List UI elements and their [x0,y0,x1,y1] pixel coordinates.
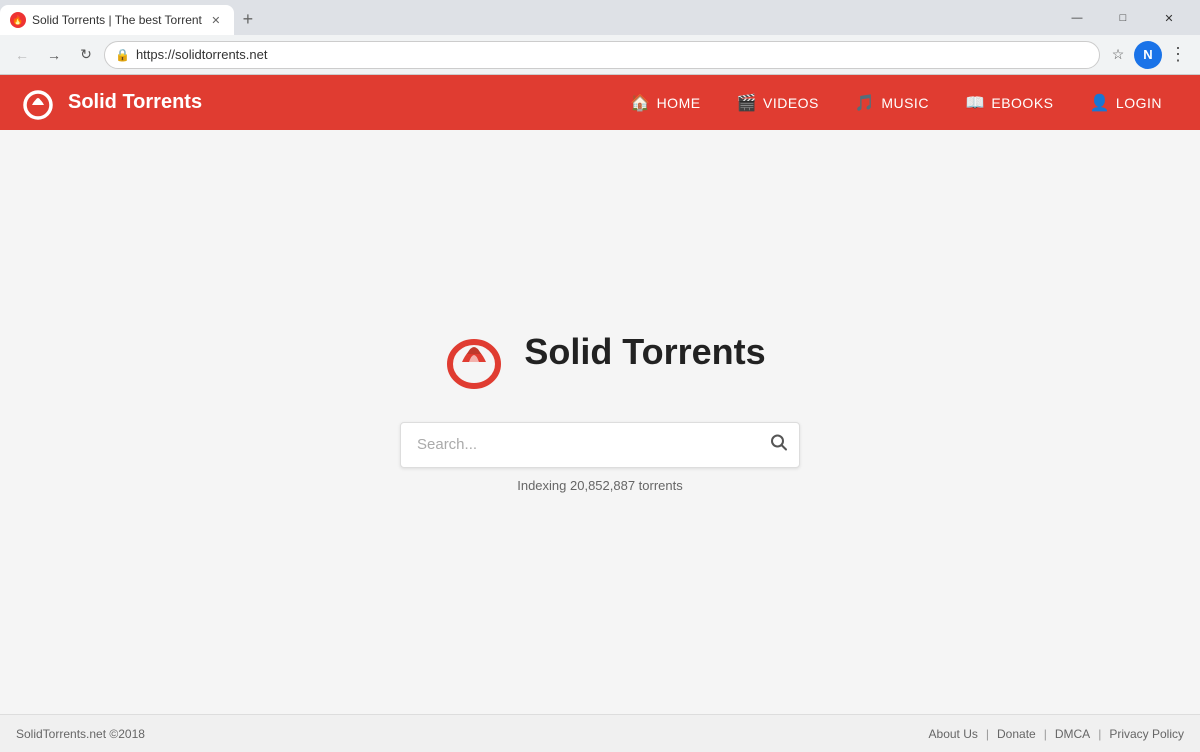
footer-sep-3: | [1098,727,1101,741]
music-icon: 🎵 [855,93,875,113]
site-nav: 🏠 HOME 🎬 VIDEOS 🎵 MUSIC 📖 EBOOKS 👤 [612,75,1180,130]
footer-donate-link[interactable]: Donate [997,727,1036,741]
site-name: Solid Torrents [68,91,202,114]
nav-home[interactable]: 🏠 HOME [612,75,718,130]
search-container [400,422,800,468]
nav-music-label: MUSIC [881,95,929,111]
search-input[interactable] [400,422,800,468]
nav-login[interactable]: 👤 LOGIN [1072,75,1181,130]
address-bar[interactable]: 🔒 https://solidtorrents.net [104,41,1100,69]
lock-icon: 🔒 [115,48,130,62]
nav-ebooks[interactable]: 📖 EBOOKS [947,75,1072,130]
main-content: Solid Torrents Indexing 20,852,887 torre… [0,130,1200,714]
nav-home-label: HOME [657,95,701,111]
new-tab-button[interactable]: + [234,5,262,33]
maximize-button[interactable]: □ [1100,5,1146,31]
profile-button[interactable]: N [1134,41,1162,69]
site-footer: SolidTorrents.net ©2018 About Us | Donat… [0,714,1200,752]
nav-music[interactable]: 🎵 MUSIC [837,75,947,130]
tab-close-button[interactable]: ✕ [208,12,224,28]
minimize-button[interactable]: — [1054,5,1100,31]
bookmark-button[interactable]: ☆ [1104,41,1132,69]
footer-privacy-link[interactable]: Privacy Policy [1109,727,1184,741]
login-icon: 👤 [1090,93,1110,113]
logo-icon [20,85,56,121]
nav-videos-label: VIDEOS [763,95,819,111]
menu-button[interactable]: ⋮ [1164,41,1192,69]
footer-sep-1: | [986,727,989,741]
center-logo-icon [434,312,514,392]
nav-login-label: LOGIN [1116,95,1162,111]
browser-toolbar: ← → ↻ 🔒 https://solidtorrents.net ☆ N ⋮ [0,35,1200,75]
footer-about-link[interactable]: About Us [929,727,978,741]
search-icon [770,433,788,451]
ebooks-icon: 📖 [965,93,985,113]
home-icon: 🏠 [630,93,650,113]
nav-ebooks-label: EBOOKS [991,95,1053,111]
browser-frame: 🔥 Solid Torrents | The best Torrent ✕ + … [0,0,1200,752]
tab-favicon-icon: 🔥 [10,12,26,28]
back-button[interactable]: ← [8,41,36,69]
site-header: Solid Torrents 🏠 HOME 🎬 VIDEOS 🎵 MUSIC 📖 [0,75,1200,130]
browser-titlebar: 🔥 Solid Torrents | The best Torrent ✕ + … [0,0,1200,35]
close-button[interactable]: ✕ [1146,5,1192,31]
window-controls: — □ ✕ [1054,5,1200,35]
page-content: Solid Torrents 🏠 HOME 🎬 VIDEOS 🎵 MUSIC 📖 [0,75,1200,752]
search-button[interactable] [770,433,788,456]
forward-button[interactable]: → [40,41,68,69]
site-logo: Solid Torrents [20,85,612,121]
indexing-text: Indexing 20,852,887 torrents [517,478,683,493]
center-logo-text: Solid Torrents [524,331,765,373]
browser-tab[interactable]: 🔥 Solid Torrents | The best Torrent ✕ [0,5,234,35]
video-icon: 🎬 [737,93,757,113]
tab-title: Solid Torrents | The best Torrent [32,13,202,27]
reload-button[interactable]: ↻ [72,41,100,69]
footer-links: About Us | Donate | DMCA | Privacy Polic… [929,727,1184,741]
center-logo: Solid Torrents [434,312,765,392]
toolbar-actions: ☆ N ⋮ [1104,41,1192,69]
url-text: https://solidtorrents.net [136,47,1089,62]
footer-copyright: SolidTorrents.net ©2018 [16,727,145,741]
nav-videos[interactable]: 🎬 VIDEOS [719,75,837,130]
footer-sep-2: | [1044,727,1047,741]
footer-dmca-link[interactable]: DMCA [1055,727,1090,741]
